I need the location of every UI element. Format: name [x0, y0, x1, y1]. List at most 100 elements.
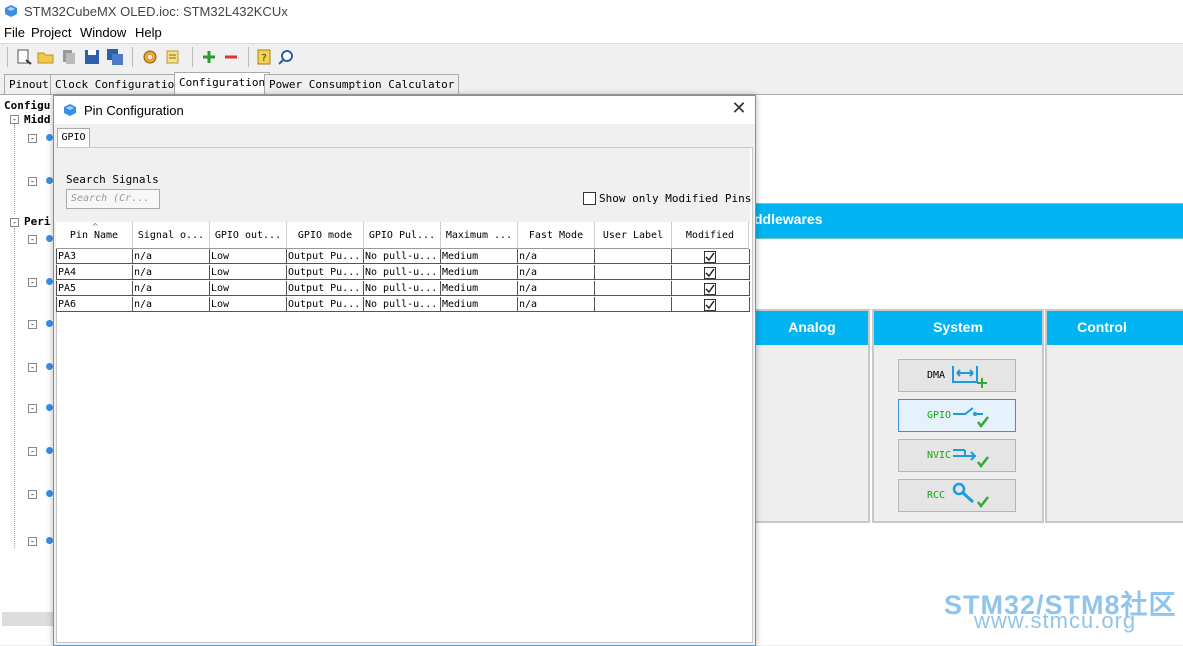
tree-node-icon[interactable]	[46, 320, 53, 327]
tree-expander[interactable]: -	[28, 177, 37, 186]
tree-expander[interactable]: -	[28, 134, 37, 143]
cell-signal[interactable]: n/a	[133, 265, 210, 280]
nvic-button[interactable]: NVIC	[898, 439, 1016, 472]
help-icon[interactable]: ?	[255, 48, 273, 66]
modified-checkbox-checked[interactable]	[704, 299, 716, 311]
menu-window[interactable]: Window	[80, 25, 126, 40]
cell-gpio-mode[interactable]: Output Pu...	[287, 265, 364, 280]
cell-gpio-pull[interactable]: No pull-u...	[364, 281, 441, 296]
cell-pin-name[interactable]: PA6	[56, 297, 133, 312]
cell-user-label[interactable]	[595, 265, 672, 280]
column-header-gpio-pull[interactable]: GPIO Pul...	[364, 222, 441, 249]
tree-expander[interactable]: -	[28, 278, 37, 287]
tree-expander[interactable]: -	[28, 447, 37, 456]
column-header-gpio-mode[interactable]: GPIO mode	[287, 222, 364, 249]
tree-node-icon[interactable]	[46, 278, 53, 285]
modified-checkbox-checked[interactable]	[704, 251, 716, 263]
cell-fast-mode[interactable]: n/a	[518, 297, 595, 312]
cell-fast-mode[interactable]: n/a	[518, 265, 595, 280]
report-icon[interactable]	[164, 48, 182, 66]
cell-gpio-pull[interactable]: No pull-u...	[364, 297, 441, 312]
generate-code-icon[interactable]	[141, 48, 159, 66]
modified-checkbox-checked[interactable]	[704, 283, 716, 295]
tree-expander[interactable]: -	[28, 235, 37, 244]
cell-maximum[interactable]: Medium	[441, 297, 518, 312]
cell-signal[interactable]: n/a	[133, 249, 210, 264]
open-folder-icon[interactable]	[37, 48, 55, 66]
cell-signal[interactable]: n/a	[133, 281, 210, 296]
gpio-button[interactable]: GPIO	[898, 399, 1016, 432]
cell-pin-name[interactable]: PA5	[56, 281, 133, 296]
cell-fast-mode[interactable]: n/a	[518, 249, 595, 264]
cell-user-label[interactable]	[595, 249, 672, 264]
cell-gpio-mode[interactable]: Output Pu...	[287, 281, 364, 296]
close-icon[interactable]: ✕	[731, 100, 747, 118]
tree-node-icon[interactable]	[46, 363, 53, 370]
menu-file[interactable]: File	[4, 25, 25, 40]
search-input[interactable]: Search (Cr...	[66, 189, 160, 209]
tree-expander[interactable]: -	[28, 537, 37, 546]
column-header-modified[interactable]: Modified	[672, 222, 749, 249]
tree-expander-middleware[interactable]: -	[10, 115, 19, 124]
modified-checkbox-checked[interactable]	[704, 267, 716, 279]
watermark-url: www.stmcu.org	[974, 608, 1137, 633]
cell-gpio-output[interactable]: Low	[210, 265, 287, 280]
category-system-title[interactable]: System	[874, 311, 1042, 345]
copy-icon[interactable]	[60, 48, 78, 66]
menu-help[interactable]: Help	[135, 25, 162, 40]
tree-node-icon[interactable]	[46, 177, 53, 184]
cell-gpio-mode[interactable]: Output Pu...	[287, 297, 364, 312]
tab-clock-configuration[interactable]: Clock Configuration	[50, 74, 186, 94]
new-project-icon[interactable]	[15, 48, 33, 66]
tree-node-icon[interactable]	[46, 537, 53, 544]
cell-pin-name[interactable]: PA3	[56, 249, 133, 264]
tab-power-consumption-calculator[interactable]: Power Consumption Calculator	[264, 74, 460, 94]
cell-maximum[interactable]: Medium	[441, 249, 518, 264]
tab-gpio[interactable]: GPIO	[57, 128, 90, 148]
tree-node-icon[interactable]	[46, 235, 53, 242]
cell-gpio-output[interactable]: Low	[210, 297, 287, 312]
cell-gpio-mode[interactable]: Output Pu...	[287, 249, 364, 264]
zoom-out-minus-icon[interactable]	[222, 48, 240, 66]
tree-expander[interactable]: -	[28, 490, 37, 499]
dma-button[interactable]: DMA	[898, 359, 1016, 392]
cell-gpio-output[interactable]: Low	[210, 281, 287, 296]
gpio-label: GPIO	[927, 410, 952, 421]
column-header-maximum[interactable]: Maximum ...	[441, 222, 518, 249]
rcc-button[interactable]: RCC	[898, 479, 1016, 512]
column-header-user-label[interactable]: User Label	[595, 222, 672, 249]
cell-gpio-output[interactable]: Low	[210, 249, 287, 264]
cell-pin-name[interactable]: PA4	[56, 265, 133, 280]
column-header-fast-mode[interactable]: Fast Mode	[518, 222, 595, 249]
menu-project[interactable]: Project	[31, 25, 71, 40]
tree-node-icon[interactable]	[46, 134, 53, 141]
cell-signal[interactable]: n/a	[133, 297, 210, 312]
cell-maximum[interactable]: Medium	[441, 281, 518, 296]
about-icon[interactable]	[277, 48, 295, 66]
cell-gpio-pull[interactable]: No pull-u...	[364, 249, 441, 264]
cell-gpio-pull[interactable]: No pull-u...	[364, 265, 441, 280]
category-control-title[interactable]: Control	[1047, 311, 1183, 345]
save-icon[interactable]	[83, 48, 101, 66]
tree-node-icon[interactable]	[46, 447, 53, 454]
save-all-icon[interactable]	[106, 48, 124, 66]
column-header-gpio-output[interactable]: GPIO out...	[210, 222, 287, 249]
tree-node-icon[interactable]	[46, 490, 53, 497]
tree-expander[interactable]: -	[28, 320, 37, 329]
cell-user-label[interactable]	[595, 281, 672, 296]
dma-icon	[952, 366, 987, 388]
tab-configuration[interactable]: Configuration	[174, 72, 271, 95]
column-header-signal[interactable]: Signal o...	[133, 222, 210, 249]
tree-expander[interactable]: -	[28, 404, 37, 413]
tree-expander[interactable]: -	[28, 363, 37, 372]
tab-pinout[interactable]: Pinout	[4, 74, 54, 94]
cell-user-label[interactable]	[595, 297, 672, 312]
tree-node-icon[interactable]	[46, 404, 53, 411]
show-modified-checkbox[interactable]	[583, 192, 596, 205]
zoom-in-plus-icon[interactable]	[200, 48, 218, 66]
tree-horizontal-scrollbar[interactable]	[2, 612, 54, 626]
cell-maximum[interactable]: Medium	[441, 265, 518, 280]
tree-expander-peripherals[interactable]: -	[10, 218, 19, 227]
cell-fast-mode[interactable]: n/a	[518, 281, 595, 296]
svg-text:?: ?	[261, 53, 266, 64]
